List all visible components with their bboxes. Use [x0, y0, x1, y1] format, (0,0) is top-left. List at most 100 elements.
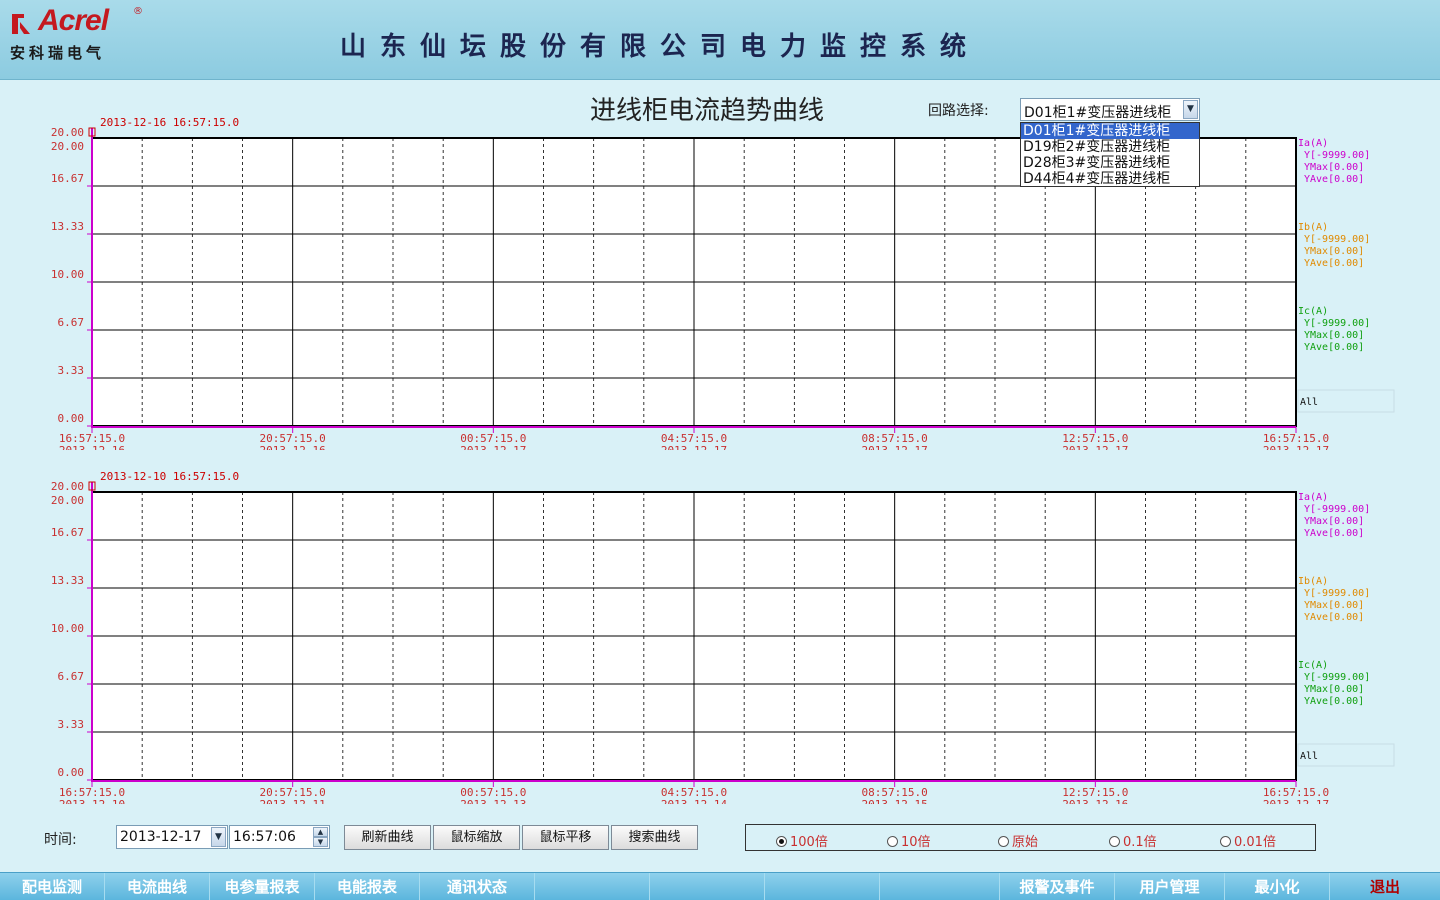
series-legend-stat: YMax[0.00]	[1304, 600, 1365, 611]
nav-power-monitoring[interactable]: 配电监测	[0, 873, 105, 900]
series-legend-name: Ib(A)	[1298, 222, 1329, 233]
series-legend-stat: Y[-9999.00]	[1304, 504, 1371, 515]
x-tick-date: 2013-12-16	[260, 444, 326, 450]
nav-blank-slot	[535, 873, 650, 900]
series-legend-stat: Y[-9999.00]	[1304, 318, 1371, 329]
y-tick-label: 3.33	[58, 718, 85, 731]
zoom-radio-100x[interactable]: 100倍	[776, 831, 828, 850]
search-curve-button[interactable]: 搜索曲线	[611, 825, 698, 850]
y-tick-label: 13.33	[51, 220, 84, 233]
zoom-radio-label: 10倍	[901, 835, 931, 850]
spin-up-icon[interactable]: ▲	[313, 827, 328, 837]
series-legend-stat: YMax[0.00]	[1304, 330, 1365, 341]
x-tick-date: 2013-12-17	[1062, 444, 1128, 450]
series-legend-stat: YAve[0.00]	[1304, 696, 1365, 707]
chart-timestamp: 2013-12-10 16:57:15.0	[100, 470, 239, 483]
chart-svg: 2013-12-10 16:57:15.0 20.0020.00 16.67 13.3…	[51, 470, 1395, 804]
legend-all-label: All	[1300, 751, 1318, 762]
system-title: 山东仙坛股份有限公司电力监控系统	[340, 32, 981, 62]
logo-brand-text: Acrel	[38, 4, 109, 37]
x-tick-date: 2013-12-17	[862, 444, 928, 450]
x-tick-date: 2013-12-17	[460, 444, 526, 450]
y-tick-label: 10.00	[51, 268, 84, 281]
mouse-zoom-button[interactable]: 鼠标缩放	[433, 825, 520, 850]
x-tick-date: 2013-12-16	[1062, 798, 1128, 804]
loop-option[interactable]: D01柜1#变压器进线柜	[1021, 123, 1199, 139]
series-legend-stat: YAve[0.00]	[1304, 342, 1365, 353]
x-tick-date: 2013-12-10	[59, 798, 125, 804]
bottom-nav-bar: 配电监测 电流曲线 电参量报表 电能报表 通讯状态 报警及事件 用户管理 最小化…	[0, 872, 1440, 900]
y-tick-label: 13.33	[51, 574, 84, 587]
chevron-down-icon[interactable]: ▼	[211, 827, 226, 847]
x-tick-date: 2013-12-16	[59, 444, 125, 450]
series-legend-stat: Y[-9999.00]	[1304, 234, 1371, 245]
nav-parameter-report[interactable]: 电参量报表	[210, 873, 315, 900]
y-tick-label: 16.67	[51, 526, 84, 539]
radio-unchecked-icon	[887, 836, 898, 847]
legend-all-label: All	[1300, 397, 1318, 408]
nav-comm-status[interactable]: 通讯状态	[420, 873, 535, 900]
nav-current-curve[interactable]: 电流曲线	[105, 873, 210, 900]
chart-svg: 2013-12-16 16:57:15.0 20.0020.00 16.67 13.3…	[51, 116, 1395, 450]
chart-timestamp: 2013-12-16 16:57:15.0	[100, 116, 239, 129]
y-tick-label: 6.67	[58, 670, 85, 683]
nav-user-management[interactable]: 用户管理	[1115, 873, 1225, 900]
logo-chinese-text: 安科瑞电气	[10, 44, 106, 62]
series-legend-stat: YMax[0.00]	[1304, 246, 1365, 257]
radio-unchecked-icon	[998, 836, 1009, 847]
x-tick-date: 2013-12-14	[661, 798, 728, 804]
series-legend-name: Ic(A)	[1298, 306, 1329, 317]
mouse-pan-button[interactable]: 鼠标平移	[522, 825, 609, 850]
radio-unchecked-icon	[1220, 836, 1231, 847]
series-legend-name: Ic(A)	[1298, 660, 1329, 671]
y-tick-label: 20.00	[51, 480, 84, 493]
spin-down-icon[interactable]: ▼	[313, 837, 328, 847]
date-picker[interactable]: 2013-12-17 ▼	[116, 825, 228, 849]
zoom-radio-0-1x[interactable]: 0.1倍	[1109, 831, 1157, 850]
radio-unchecked-icon	[1109, 836, 1120, 847]
series-legend-stat: YAve[0.00]	[1304, 528, 1365, 539]
registered-mark: ®	[133, 6, 143, 17]
time-value: 16:57:06	[233, 829, 296, 845]
nav-minimize[interactable]: 最小化	[1225, 873, 1330, 900]
x-tick-date: 2013-12-17	[661, 444, 727, 450]
loop-option[interactable]: D44柜4#变压器进线柜	[1021, 171, 1199, 187]
x-tick-date: 2013-12-11	[260, 798, 326, 804]
x-tick-date: 2013-12-13	[460, 798, 526, 804]
zoom-radio-label: 100倍	[790, 835, 828, 850]
nav-exit[interactable]: 退出	[1330, 873, 1440, 900]
current-trend-chart-2[interactable]: 2013-12-10 16:57:15.0 20.00 20.00 16.67 13.3…	[0, 464, 1440, 804]
zoom-radio-0-01x[interactable]: 0.01倍	[1220, 831, 1276, 850]
nav-energy-report[interactable]: 电能报表	[315, 873, 420, 900]
series-legend-stat: Y[-9999.00]	[1304, 672, 1371, 683]
nav-alarms-events[interactable]: 报警及事件	[1000, 873, 1115, 900]
zoom-radio-label: 0.01倍	[1234, 835, 1276, 850]
y-tick-label: 0.00	[58, 412, 85, 425]
zoom-radio-original[interactable]: 原始	[998, 831, 1038, 850]
radio-checked-icon	[776, 836, 787, 847]
series-legend-name: Ib(A)	[1298, 576, 1329, 587]
refresh-curve-button[interactable]: 刷新曲线	[344, 825, 431, 850]
series-legend-stat: YMax[0.00]	[1304, 516, 1365, 527]
series-legend-stat: Y[-9999.00]	[1304, 588, 1371, 599]
y-tick-label: 10.00	[51, 622, 84, 635]
company-logo: Acrel ® 安科瑞电气	[10, 4, 150, 66]
current-trend-chart-1[interactable]: 2013-12-16 16:57:15.0 20.00 20.00 16.67 13.3…	[0, 110, 1440, 450]
series-legend-name: Ia(A)	[1298, 492, 1329, 503]
series-legend-stat: YMax[0.00]	[1304, 684, 1365, 695]
loop-option[interactable]: D19柜2#变压器进线柜	[1021, 139, 1199, 155]
series-legend-stat: Y[-9999.00]	[1304, 150, 1371, 161]
y-tick-label: 16.67	[51, 172, 84, 185]
date-value: 2013-12-17	[120, 829, 202, 845]
y-tick-label: 0.00	[58, 766, 85, 779]
y-tick-label: 20.00	[51, 140, 84, 153]
zoom-radio-label: 0.1倍	[1123, 835, 1157, 850]
zoom-radio-10x[interactable]: 10倍	[887, 831, 931, 850]
acrel-logo-icon	[12, 14, 30, 34]
series-legend-stat: YMax[0.00]	[1304, 162, 1365, 173]
series-legend-stat: YAve[0.00]	[1304, 258, 1365, 269]
zoom-radio-label: 原始	[1012, 835, 1039, 850]
loop-option[interactable]: D28柜3#变压器进线柜	[1021, 155, 1199, 171]
y-tick-label: 6.67	[58, 316, 85, 329]
time-stepper[interactable]: 16:57:06 ▲ ▼	[229, 825, 330, 849]
